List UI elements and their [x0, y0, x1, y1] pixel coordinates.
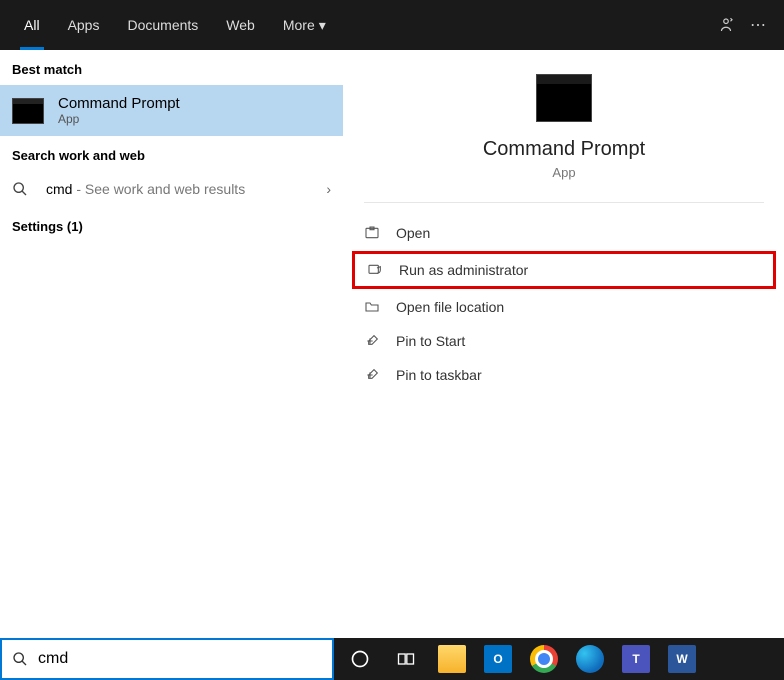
outlook-icon[interactable]: O — [484, 645, 512, 673]
search-icon — [12, 181, 32, 197]
tab-web[interactable]: Web — [212, 0, 269, 50]
search-box[interactable] — [0, 638, 334, 680]
web-search-query: cmd — [46, 181, 72, 197]
task-view-icon[interactable] — [392, 645, 420, 673]
tab-all[interactable]: All — [10, 0, 54, 50]
tab-more[interactable]: More ▾ — [269, 0, 340, 50]
pin-taskbar-icon — [364, 367, 382, 383]
more-options-icon[interactable]: ⋯ — [742, 15, 774, 35]
action-pin-to-taskbar[interactable]: Pin to taskbar — [352, 359, 776, 391]
action-pin-start-label: Pin to Start — [396, 333, 465, 349]
word-icon[interactable]: W — [668, 645, 696, 673]
chevron-right-icon: › — [326, 181, 331, 197]
folder-icon — [364, 299, 382, 315]
action-open-label: Open — [396, 225, 430, 241]
pin-start-icon — [364, 333, 382, 349]
top-tabs: All Apps Documents Web More ▾ ⋯ — [0, 0, 784, 50]
action-run-admin-label: Run as administrator — [399, 262, 528, 278]
tab-documents[interactable]: Documents — [113, 0, 212, 50]
feedback-icon[interactable] — [710, 16, 742, 34]
result-subtitle: App — [58, 112, 180, 126]
action-open-file-location[interactable]: Open file location — [352, 291, 776, 323]
preview-panel: Command Prompt App Open Run as administr… — [344, 50, 784, 638]
teams-icon[interactable]: T — [622, 645, 650, 673]
results-panel: Best match Command Prompt App Search wor… — [0, 50, 344, 638]
web-search-hint: - See work and web results — [72, 181, 245, 197]
preview-title: Command Prompt — [364, 138, 764, 161]
web-search-text: cmd - See work and web results — [46, 181, 312, 197]
action-open[interactable]: Open — [352, 217, 776, 249]
result-command-prompt[interactable]: Command Prompt App — [0, 85, 343, 136]
action-pin-taskbar-label: Pin to taskbar — [396, 367, 482, 383]
chrome-icon[interactable] — [530, 645, 558, 673]
file-explorer-icon[interactable] — [438, 645, 466, 673]
preview-app-icon — [536, 74, 592, 122]
preview-subtitle: App — [364, 165, 764, 180]
cortana-icon[interactable] — [346, 645, 374, 673]
settings-heading: Settings (1) — [0, 207, 343, 242]
admin-shield-icon — [367, 262, 385, 278]
tab-more-label: More — [283, 17, 315, 33]
taskbar: O T W — [334, 638, 784, 680]
result-title: Command Prompt — [58, 95, 180, 112]
search-input[interactable] — [38, 650, 322, 668]
tab-apps[interactable]: Apps — [54, 0, 114, 50]
edge-icon[interactable] — [576, 645, 604, 673]
command-prompt-icon — [12, 98, 44, 124]
open-icon — [364, 225, 382, 241]
action-pin-to-start[interactable]: Pin to Start — [352, 325, 776, 357]
action-run-as-administrator[interactable]: Run as administrator — [352, 251, 776, 289]
web-search-suggestion[interactable]: cmd - See work and web results › — [0, 171, 343, 207]
search-work-web-heading: Search work and web — [0, 136, 343, 171]
search-icon — [12, 651, 28, 667]
best-match-heading: Best match — [0, 50, 343, 85]
chevron-down-icon: ▾ — [319, 17, 326, 34]
action-open-loc-label: Open file location — [396, 299, 504, 315]
